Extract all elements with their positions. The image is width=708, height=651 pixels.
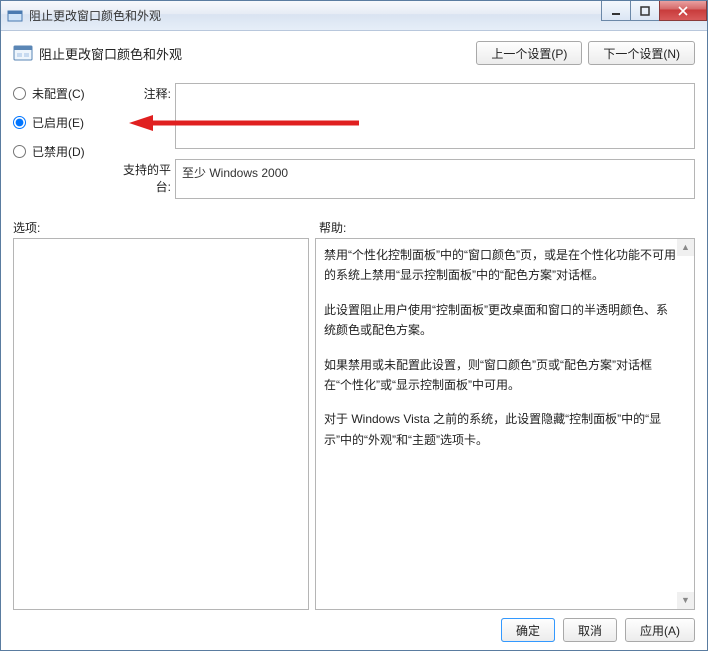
- help-paragraph: 如果禁用或未配置此设置，则“窗口颜色”页或“配色方案”对话框在“个性化”或“显示…: [324, 355, 676, 396]
- supported-platform-box: 至少 Windows 2000: [175, 159, 695, 199]
- panel-labels: 选项: 帮助:: [13, 219, 695, 236]
- next-setting-button[interactable]: 下一个设置(N): [588, 41, 695, 65]
- radio-disabled[interactable]: 已禁用(D): [13, 143, 109, 160]
- titlebar[interactable]: 阻止更改窗口颜色和外观: [1, 1, 707, 31]
- scroll-up-icon[interactable]: ▲: [677, 239, 694, 256]
- maximize-button[interactable]: [630, 1, 660, 21]
- dialog-window: 阻止更改窗口颜色和外观 阻止更改窗口颜色和外观 上一个设置(P) 下: [0, 0, 708, 651]
- help-paragraph: 对于 Windows Vista 之前的系统，此设置隐藏“控制面板”中的“显示”…: [324, 409, 676, 450]
- options-label: 选项:: [13, 219, 309, 236]
- radio-disabled-label: 已禁用(D): [32, 143, 85, 160]
- radio-enabled[interactable]: 已启用(E): [13, 114, 109, 131]
- apply-button[interactable]: 应用(A): [625, 618, 695, 642]
- platform-label: 支持的平台:: [109, 159, 175, 199]
- header-row: 阻止更改窗口颜色和外观 上一个设置(P) 下一个设置(N): [13, 41, 695, 65]
- radio-not-configured[interactable]: 未配置(C): [13, 85, 109, 102]
- panels-row: ▲ 禁用“个性化控制面板”中的“窗口颜色”页，或是在个性化功能不可用的系统上禁用…: [13, 238, 695, 610]
- options-panel[interactable]: [13, 238, 309, 610]
- button-bar: 确定 取消 应用(A): [13, 610, 695, 642]
- previous-setting-button[interactable]: 上一个设置(P): [476, 41, 582, 65]
- radio-enabled-input[interactable]: [13, 116, 26, 129]
- config-section: 未配置(C) 已启用(E) 已禁用(D) 注释: 支持的平台:: [13, 83, 695, 209]
- radio-enabled-label: 已启用(E): [32, 114, 84, 131]
- help-paragraph: 禁用“个性化控制面板”中的“窗口颜色”页，或是在个性化功能不可用的系统上禁用“显…: [324, 245, 676, 286]
- radio-group: 未配置(C) 已启用(E) 已禁用(D): [13, 83, 109, 209]
- dialog-body: 阻止更改窗口颜色和外观 上一个设置(P) 下一个设置(N) 未配置(C) 已启用…: [1, 31, 707, 650]
- scroll-down-icon[interactable]: ▼: [677, 592, 694, 609]
- help-label: 帮助:: [319, 219, 346, 236]
- ok-button[interactable]: 确定: [501, 618, 555, 642]
- policy-title: 阻止更改窗口颜色和外观: [39, 44, 182, 63]
- close-button[interactable]: [659, 1, 707, 21]
- window-controls: [602, 1, 707, 21]
- cancel-button[interactable]: 取消: [563, 618, 617, 642]
- minimize-button[interactable]: [601, 1, 631, 21]
- comment-label: 注释:: [109, 83, 175, 149]
- help-panel[interactable]: ▲ 禁用“个性化控制面板”中的“窗口颜色”页，或是在个性化功能不可用的系统上禁用…: [315, 238, 695, 610]
- radio-not-configured-label: 未配置(C): [32, 85, 85, 102]
- help-paragraph: 此设置阻止用户使用“控制面板”更改桌面和窗口的半透明颜色、系统颜色或配色方案。: [324, 300, 676, 341]
- comment-textarea[interactable]: [175, 83, 695, 149]
- policy-icon: [13, 43, 33, 63]
- radio-not-configured-input[interactable]: [13, 87, 26, 100]
- radio-disabled-input[interactable]: [13, 145, 26, 158]
- app-icon: [7, 8, 23, 24]
